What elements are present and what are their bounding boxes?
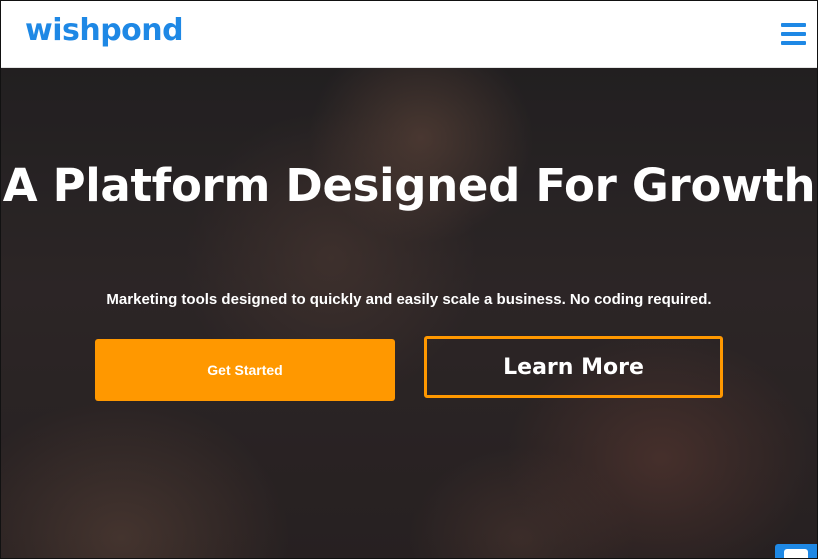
get-started-button[interactable]: Get Started bbox=[95, 339, 395, 401]
hero-section: A Platform Designed For Growth Marketing… bbox=[1, 68, 817, 558]
top-navbar: wishpond bbox=[1, 1, 817, 68]
hero-subheadline: Marketing tools designed to quickly and … bbox=[106, 291, 712, 308]
hamburger-menu-icon[interactable] bbox=[781, 23, 806, 45]
menu-bar bbox=[781, 41, 806, 45]
menu-bar bbox=[781, 23, 806, 27]
hero-headline: A Platform Designed For Growth bbox=[2, 159, 816, 212]
hero-background-image bbox=[1, 68, 817, 558]
page: wishpond A Platform Designed For Growth … bbox=[0, 0, 818, 559]
chat-widget-button[interactable] bbox=[775, 544, 817, 558]
learn-more-button[interactable]: Learn More bbox=[424, 336, 723, 398]
menu-bar bbox=[781, 32, 806, 36]
wishpond-logo[interactable]: wishpond bbox=[25, 13, 184, 48]
chat-bubble-icon bbox=[784, 549, 808, 558]
